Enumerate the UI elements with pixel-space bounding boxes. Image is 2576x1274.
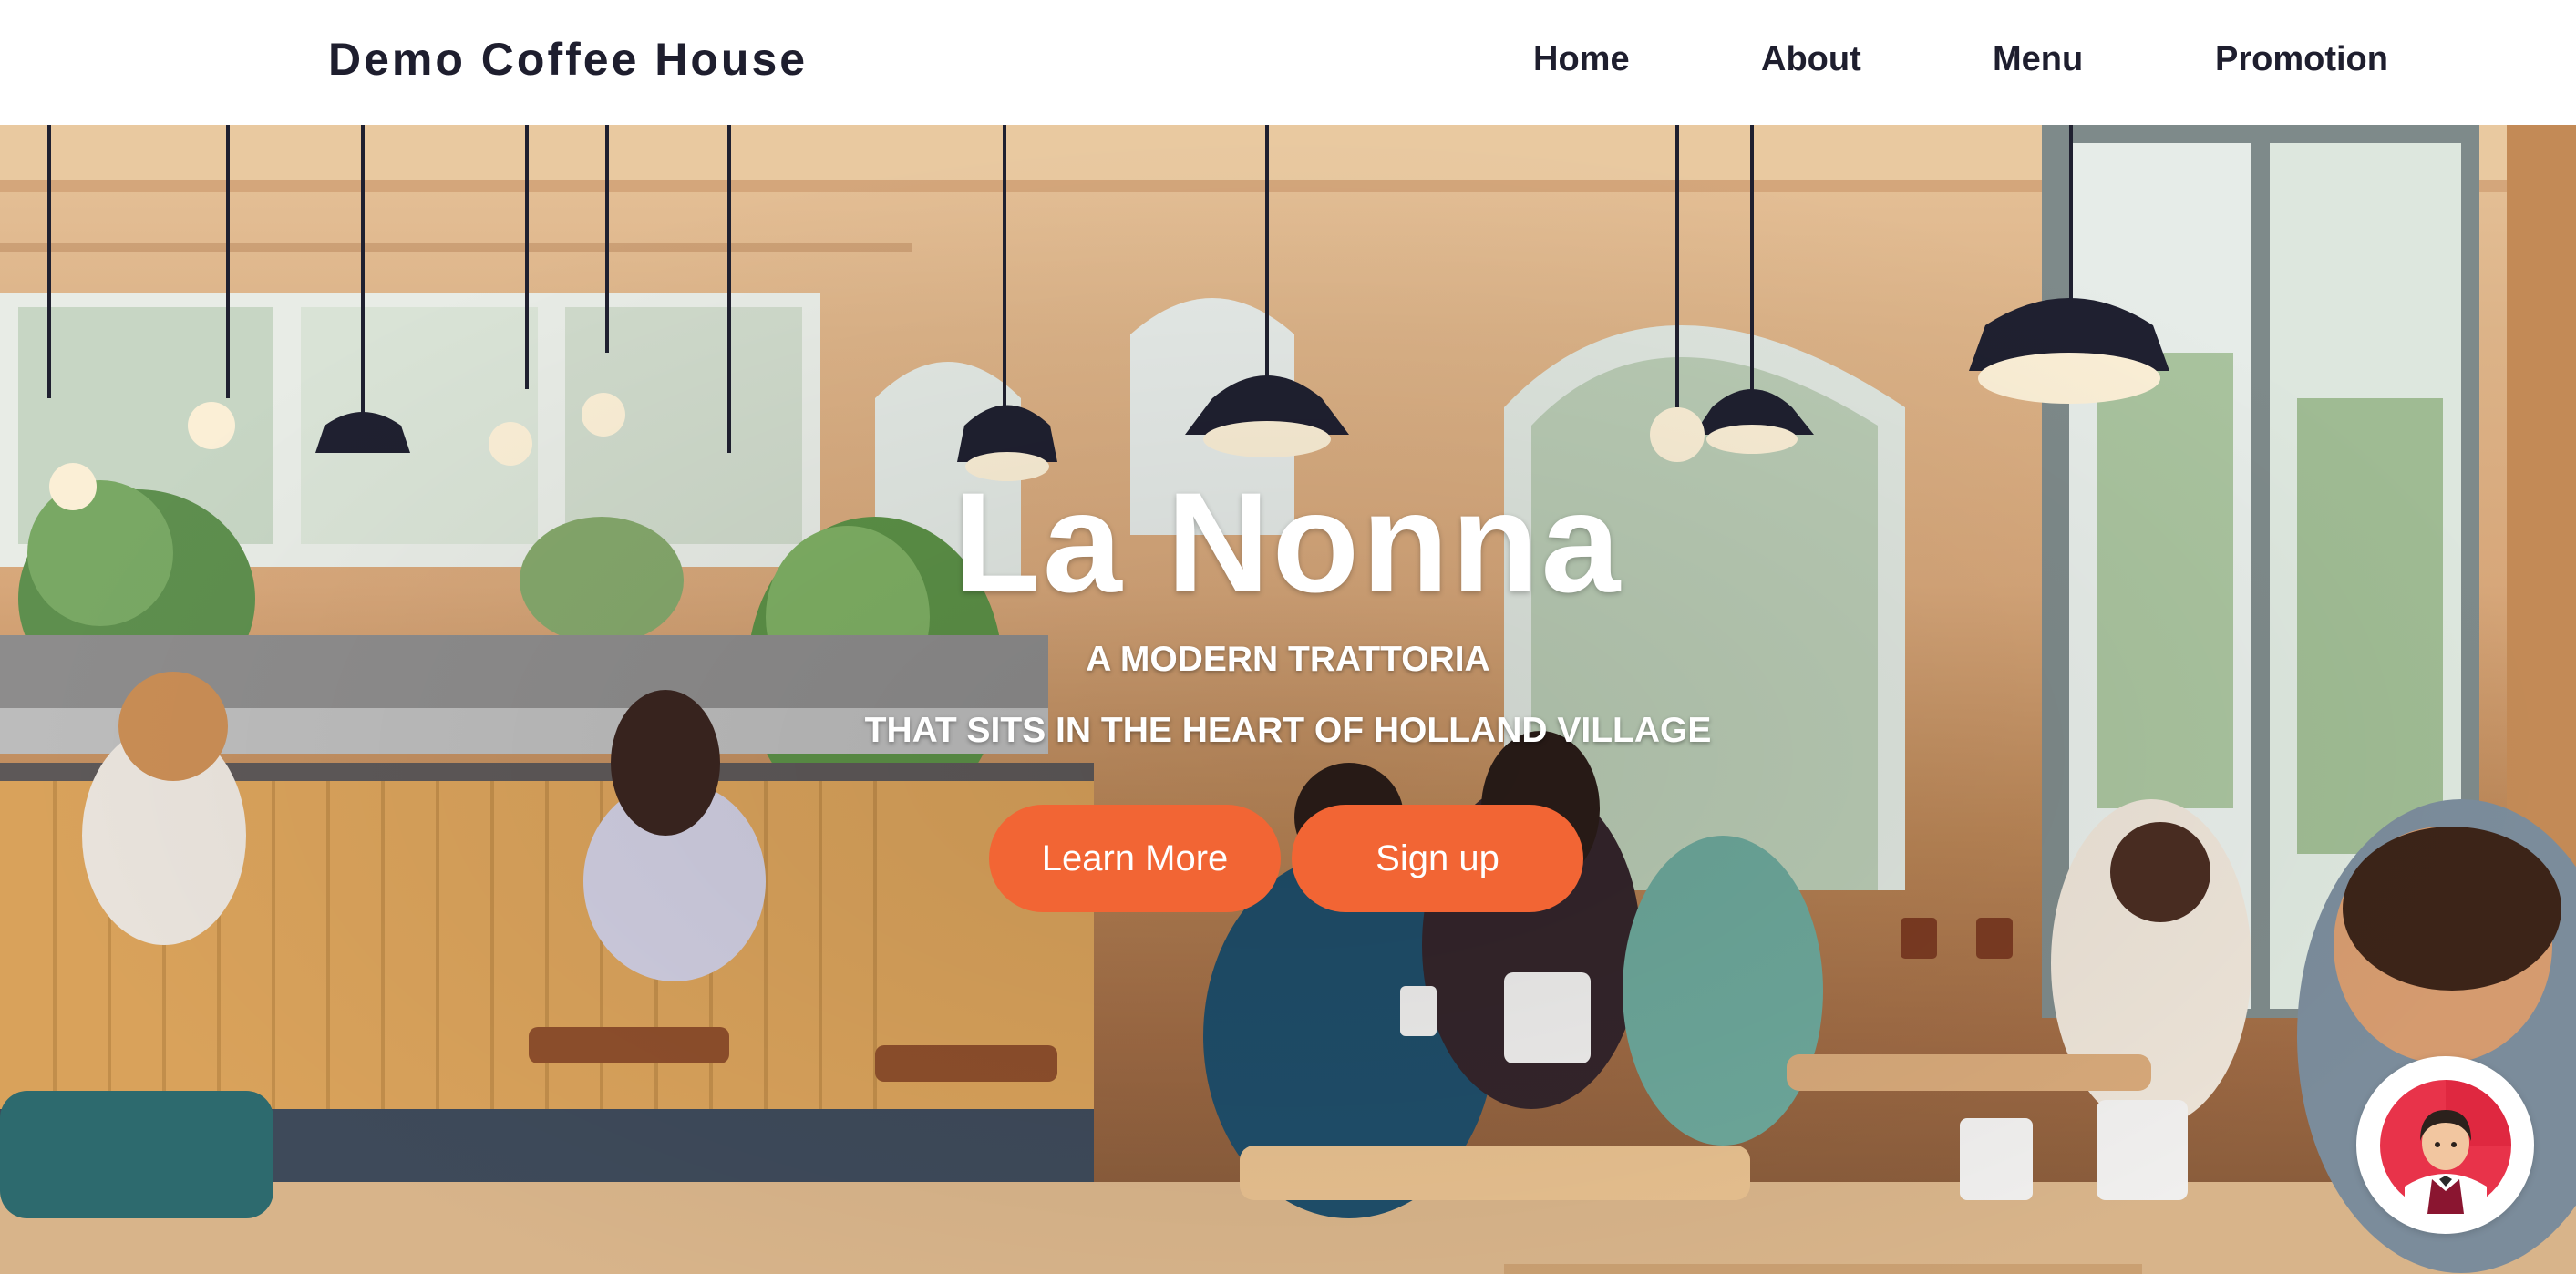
hero-section: La Nonna A MODERN TRATTORIA THAT SITS IN…: [0, 125, 2576, 1274]
waiter-avatar-icon: [2379, 1079, 2511, 1214]
main-nav: Home About Menu Promotion: [0, 40, 2576, 86]
nav-link-home[interactable]: Home: [1533, 40, 1630, 79]
signup-button[interactable]: Sign up: [1292, 805, 1583, 912]
site-header: Demo Coffee House Home About Menu Promot…: [0, 0, 2576, 125]
learn-more-button[interactable]: Learn More: [989, 805, 1281, 912]
nav-link-about[interactable]: About: [1761, 40, 1861, 79]
hero-title: La Nonna: [953, 464, 1623, 622]
hero-subtitle-line1: A MODERN TRATTORIA: [1086, 640, 1490, 679]
nav-link-promotion[interactable]: Promotion: [2215, 40, 2388, 79]
hero-subtitle-line2: THAT SITS IN THE HEART OF HOLLAND VILLAG…: [864, 711, 1712, 750]
nav-link-menu[interactable]: Menu: [1993, 40, 2083, 79]
hero-overlay: [0, 125, 2576, 1274]
chat-widget-button[interactable]: [2356, 1056, 2534, 1234]
